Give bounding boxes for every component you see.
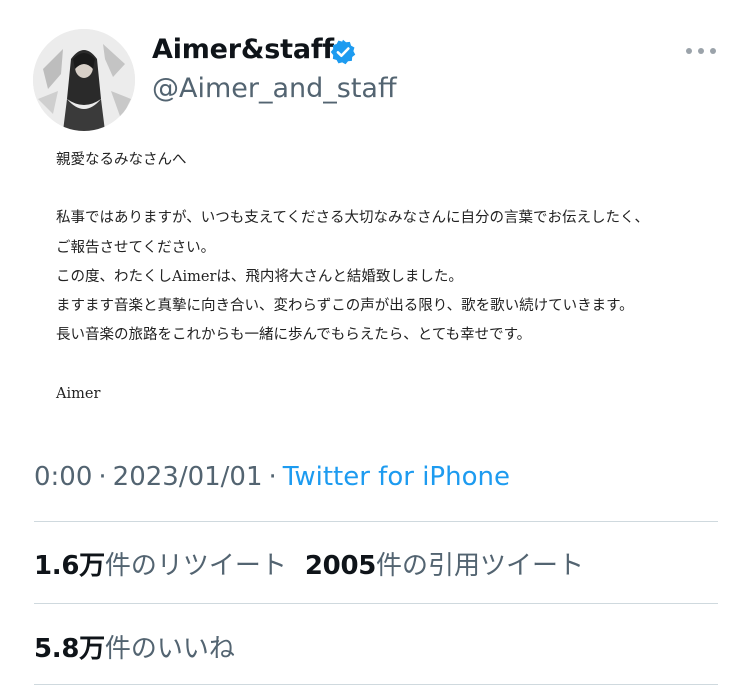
tweet-time[interactable]: 0:00: [34, 462, 92, 492]
letter-line: 長い音楽の旅路をこれからも一緒に歩んでもらえたら、とても幸せです。: [56, 327, 532, 344]
meta-separator: ·: [268, 462, 277, 492]
likes-count: 5.8万: [34, 634, 105, 664]
tweet-source-link[interactable]: Twitter for iPhone: [283, 462, 510, 492]
quotes-count: 2005: [304, 551, 377, 581]
tweet-image-letter[interactable]: 親愛なるみなさんへ 私事ではありますが、いつも支えてくださる大切なみなさんに自分…: [56, 146, 736, 409]
letter-line: 私事ではありますが、いつも支えてくださる大切なみなさんに自分の言葉でお伝えしたく…: [56, 210, 650, 227]
letter-signature: Aimer: [56, 385, 101, 402]
divider: [34, 603, 718, 604]
user-handle[interactable]: @Aimer_and_staff: [152, 73, 397, 104]
more-dot: [710, 48, 716, 54]
quotes-stat[interactable]: 2005件の引用ツイート: [305, 551, 584, 581]
letter-line: ますます音楽と真摯に向き合い、変わらずこの声が出る限り、歌を歌い続けていきます。: [56, 298, 634, 314]
meta-separator: ·: [98, 462, 107, 492]
letter-line: この度、わたくしAimerは、飛内将大さんと結婚致しました。: [56, 268, 463, 285]
avatar-photo: [33, 29, 135, 131]
display-name[interactable]: Aimer&staff: [152, 34, 334, 65]
more-options-icon[interactable]: [686, 44, 716, 58]
avatar[interactable]: [33, 29, 135, 131]
retweets-stat[interactable]: 1.6万件のリツイート: [34, 551, 287, 581]
likes-label: 件のいいね: [104, 634, 235, 664]
divider: [34, 521, 718, 522]
quotes-label: 件の引用ツイート: [376, 551, 585, 581]
retweets-label: 件のリツイート: [104, 551, 287, 581]
likes-stat[interactable]: 5.8万件のいいね: [34, 634, 235, 664]
tweet-meta: 0:00 · 2023/01/01 · Twitter for iPhone: [34, 462, 510, 492]
verified-badge-icon: [329, 38, 357, 66]
likes-row: 5.8万件のいいね: [34, 628, 235, 665]
retweets-count: 1.6万: [34, 551, 105, 581]
tweet-date[interactable]: 2023/01/01: [113, 462, 263, 492]
more-dot: [686, 48, 692, 54]
letter-line: ご報告させてください。: [56, 239, 216, 256]
letter-greeting: 親愛なるみなさんへ: [56, 152, 187, 168]
engagement-row: 1.6万件のリツイート 2005件の引用ツイート: [34, 545, 584, 582]
more-dot: [698, 48, 704, 54]
